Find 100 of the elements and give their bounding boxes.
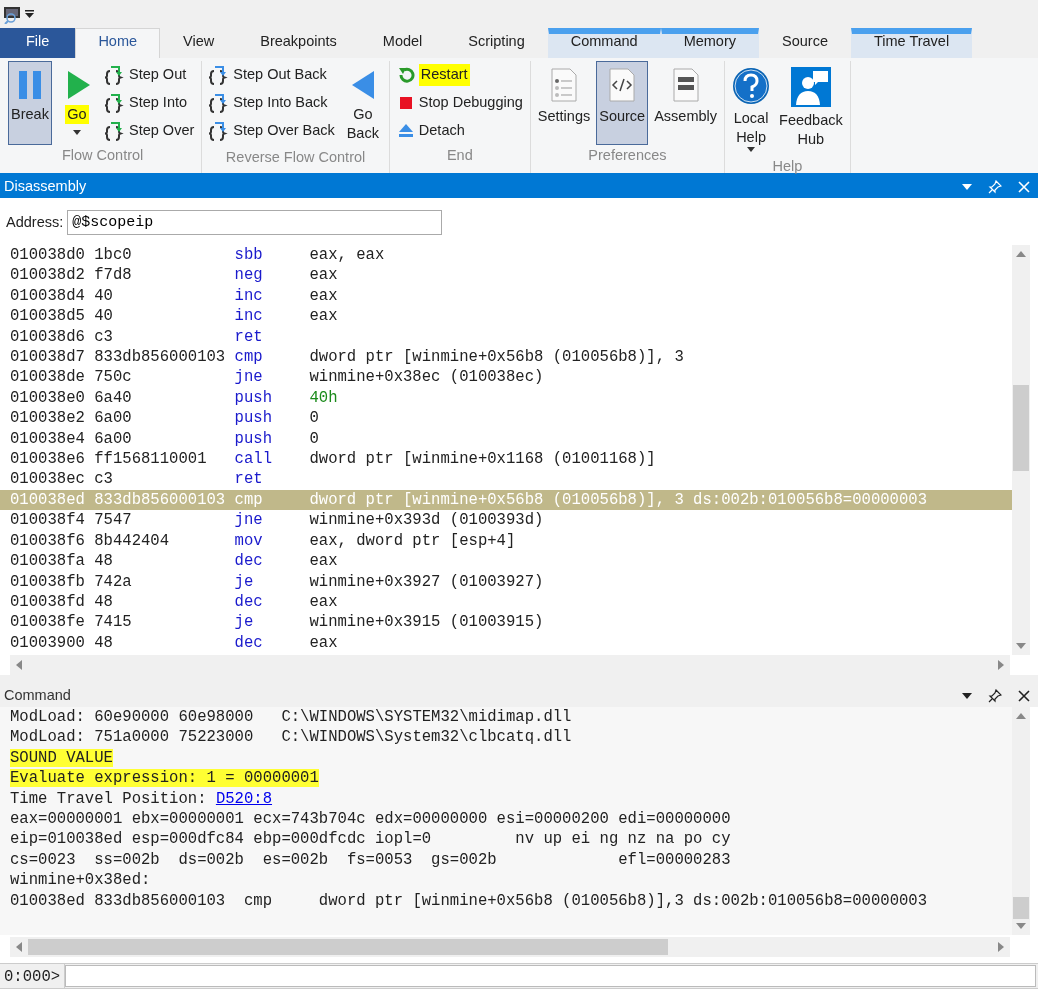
- code-row[interactable]: 010038e4 6a00 push 0: [0, 428, 1012, 450]
- output-line: 010038ed 833db856000103 cmp dword ptr [winmine+0x56b8 (010056b8)],3 ds:002b:010056b8=00000003: [10, 890, 929, 912]
- vertical-scrollbar[interactable]: [1012, 707, 1030, 935]
- ribbon-button[interactable]: Go: [55, 61, 99, 146]
- ribbon-tab[interactable]: Home: [75, 28, 161, 58]
- ribbon-button[interactable]: Detach: [393, 117, 526, 145]
- horizontal-scrollbar[interactable]: [10, 937, 1010, 957]
- code-row[interactable]: 010038e6 ff1568110001 call dword ptr [winmine+0x1168 (01001168)]: [0, 449, 1012, 470]
- ribbon-button[interactable]: Step Out Back: [206, 61, 338, 89]
- command-input-field[interactable]: [65, 965, 1036, 987]
- scroll-up-arrow-icon[interactable]: [1016, 251, 1026, 257]
- code-row[interactable]: 010038d2 f7d8 neg eax: [0, 265, 1012, 286]
- dropdown-arrow-icon[interactable]: [25, 9, 34, 19]
- dropdown-arrow-icon[interactable]: [962, 693, 972, 699]
- app-icon[interactable]: [3, 4, 23, 24]
- ribbon-button[interactable]: Feedback Hub: [776, 61, 846, 156]
- ribbon-tab[interactable]: Time Travel: [850, 28, 973, 58]
- code-row[interactable]: 010038e0 6a40 push 40h: [0, 387, 1012, 409]
- ribbon-tab[interactable]: Breakpoints: [237, 28, 360, 58]
- code-row[interactable]: 010038f6 8b442404 mov eax, dword ptr [esp+4]: [0, 530, 1012, 552]
- code-row[interactable]: 010038d7 833db856000103 cmp dword ptr [winmine+0x56b8 (010056b8)], 3: [0, 347, 1012, 368]
- scroll-left-arrow-icon[interactable]: [16, 942, 22, 952]
- ribbon-tab[interactable]: Memory: [660, 28, 759, 58]
- restart-icon: [396, 66, 415, 84]
- feedback-person-icon: [790, 67, 831, 107]
- ribbon-button[interactable]: Break: [8, 61, 52, 146]
- mnemonic-text: neg: [234, 265, 264, 286]
- address-field[interactable]: @$scopeip: [67, 210, 443, 235]
- scroll-down-arrow-icon[interactable]: [1016, 643, 1026, 649]
- ribbon-tab[interactable]: Source: [759, 28, 851, 58]
- operands-text: dword ptr [winmine+0x56b8 (010056b8)], 3: [309, 347, 685, 368]
- ribbon-button[interactable]: Step Over Back: [206, 117, 338, 145]
- address-text: 010038ec: [10, 469, 86, 490]
- close-icon[interactable]: [1018, 690, 1030, 702]
- ribbon-button[interactable]: Local Help: [729, 61, 774, 156]
- scrollbar-thumb[interactable]: [1013, 385, 1029, 471]
- code-row[interactable]: 010038d6 c3 ret: [0, 326, 1012, 348]
- ribbon-tab[interactable]: Scripting: [445, 28, 548, 58]
- operands-text: eax: [309, 285, 339, 307]
- code-row[interactable]: 010038d0 1bc0 sbb eax, eax: [0, 245, 1012, 266]
- scroll-down-arrow-icon[interactable]: [1016, 923, 1026, 929]
- bytes-text: 8b442404: [94, 530, 171, 552]
- ribbon-button[interactable]: Step Into Back: [206, 89, 338, 117]
- highlighted-output-text: Evaluate expression: 1 = 00000001: [10, 769, 319, 788]
- address-text: 010038e0: [10, 387, 86, 409]
- code-row[interactable]: 010038fe 7415 je winmine+0x3915 (01003915): [0, 612, 1012, 633]
- code-row[interactable]: 010038ec c3 ret: [0, 469, 1012, 490]
- address-text: 010038d7: [10, 347, 86, 368]
- address-text: 010038fd: [10, 591, 86, 613]
- ribbon-button[interactable]: Go Back: [340, 61, 385, 147]
- scroll-right-arrow-icon[interactable]: [998, 660, 1004, 670]
- address-text: 010038e4: [10, 428, 86, 450]
- ribbon-button[interactable]: Settings: [534, 61, 594, 146]
- ribbon-button[interactable]: Restart: [393, 61, 526, 89]
- mnemonic-text: inc: [234, 306, 264, 327]
- code-row[interactable]: 010038fb 742a je winmine+0x3927 (01003927): [0, 571, 1012, 592]
- code-row[interactable]: 010038d5 40 inc eax: [0, 306, 1012, 327]
- code-row[interactable]: 010038d4 40 inc eax: [0, 285, 1012, 307]
- mnemonic-text: push: [234, 387, 273, 409]
- ribbon-tab[interactable]: View: [160, 28, 238, 58]
- ribbon-button[interactable]: Step Out: [102, 61, 198, 89]
- vertical-scrollbar[interactable]: [1012, 245, 1030, 655]
- operands-text: eax: [309, 306, 339, 327]
- code-row[interactable]: 010038de 750c jne winmine+0x38ec (010038ec): [0, 367, 1012, 388]
- ribbon-button[interactable]: Stop Debugging: [393, 89, 526, 117]
- scrollbar-thumb[interactable]: [28, 939, 668, 955]
- address-text: 010038de: [10, 367, 86, 388]
- bytes-text: 48: [94, 551, 114, 572]
- group-label: Preferences: [587, 146, 668, 166]
- scrollbar-thumb[interactable]: [1013, 897, 1029, 919]
- address-text: 010038e2: [10, 408, 86, 429]
- ribbon-tab[interactable]: Command: [547, 28, 661, 58]
- ribbon-button[interactable]: Assembly: [651, 61, 721, 146]
- mnemonic-text: jne: [234, 367, 264, 388]
- address-text: 010038d0: [10, 245, 86, 266]
- pin-icon[interactable]: [988, 689, 1002, 703]
- ribbon-button[interactable]: Step Over: [102, 117, 198, 145]
- operands-text: eax: [309, 632, 339, 653]
- code-row[interactable]: 010038e2 6a00 push 0: [0, 408, 1012, 429]
- code-row[interactable]: 010038fa 48 dec eax: [0, 551, 1012, 572]
- scroll-left-arrow-icon[interactable]: [16, 660, 22, 670]
- scroll-right-arrow-icon[interactable]: [998, 942, 1004, 952]
- ribbon-button[interactable]: Step Into: [102, 89, 198, 117]
- scroll-up-arrow-icon[interactable]: [1016, 713, 1026, 719]
- mnemonic-text: cmp: [234, 347, 264, 368]
- horizontal-scrollbar[interactable]: [10, 655, 1010, 675]
- output-line: winmine+0x38ed:: [10, 870, 152, 891]
- mnemonic-text: dec: [234, 632, 264, 653]
- code-row[interactable]: 010038f4 7547 jne winmine+0x393d (0100393d): [0, 510, 1012, 531]
- output-line: cs=0023 ss=002b ds=002b es=002b fs=0053 gs=002b efl=00000283: [10, 849, 732, 871]
- output-line: ModLoad: 751a0000 75223000 C:\WINDOWS\System32\clbcatq.dll: [10, 727, 573, 748]
- file-menu-tab[interactable]: File: [0, 28, 76, 58]
- eject-icon: [396, 122, 415, 140]
- code-row[interactable]: 01003900 48 dec eax: [0, 632, 1012, 653]
- code-row[interactable]: 010038fd 48 dec eax: [0, 591, 1012, 613]
- position-link[interactable]: D520:8: [215, 789, 273, 808]
- mnemonic-text: push: [234, 408, 273, 429]
- ribbon-tab[interactable]: Model: [359, 28, 446, 58]
- ribbon-button[interactable]: Source: [596, 61, 649, 146]
- address-text: 010038e6: [10, 449, 86, 470]
